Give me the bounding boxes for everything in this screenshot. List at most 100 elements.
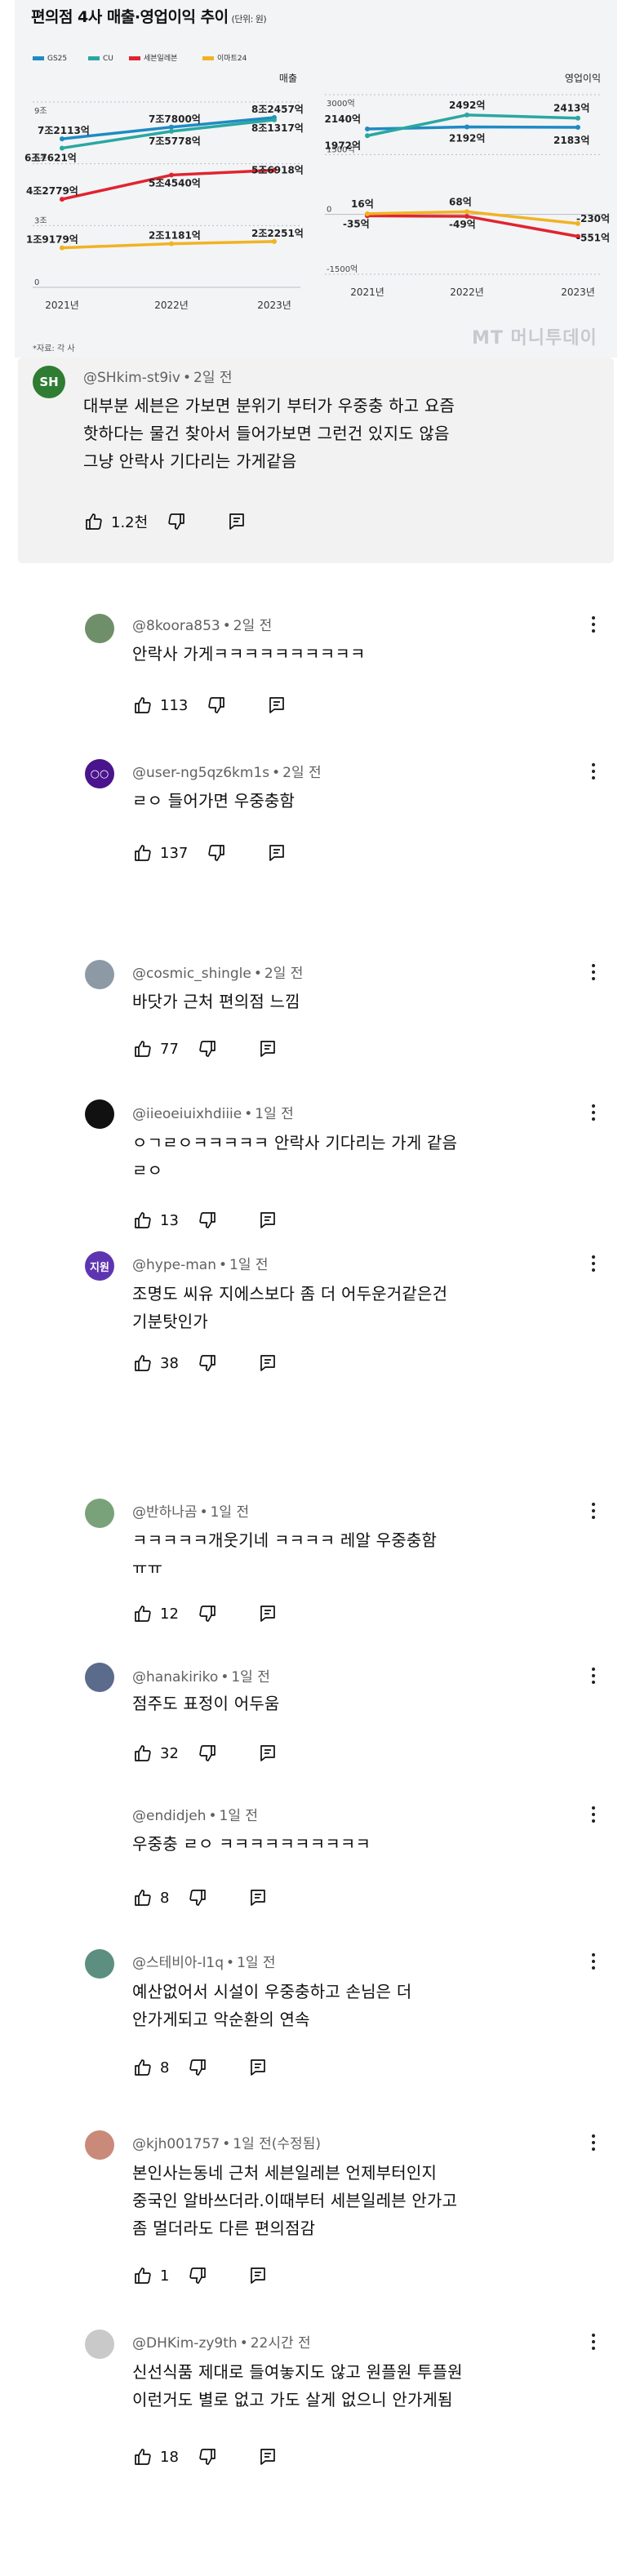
thumbs-up-icon[interactable] [132,1352,153,1374]
comment-text: 신선식품 제대로 들여놓지도 않고 원플원 투플원 이런거도 별로 없고 가도 … [132,2362,463,2409]
avatar[interactable] [85,2130,114,2160]
avatar[interactable]: 지원 [85,1251,114,1281]
thumbs-down-icon[interactable] [187,1887,208,1908]
thumbs-up-icon[interactable] [132,1603,153,1624]
comment-meta: @kjh001757 • 1일 전(수정됨) [132,2136,321,2152]
thumbs-down-icon[interactable] [197,1210,218,1231]
reply-icon[interactable] [257,1352,278,1374]
kebab-menu-icon[interactable] [589,1253,598,1274]
thumbs-down-icon[interactable] [197,1038,218,1059]
data-point [60,197,64,202]
kebab-menu-icon[interactable] [589,1804,598,1825]
reply-icon[interactable] [266,695,287,716]
kebab-menu-icon[interactable] [589,614,598,635]
thumbs-down-icon[interactable] [197,1743,218,1764]
comment-author[interactable]: @kjh001757 [132,2136,220,2152]
comment-author[interactable]: @8koora853 [132,618,220,634]
comment-meta: @iieoeiuixhdiiie • 1일 전 [132,1106,294,1122]
data-label: 8조2457억 [251,104,304,115]
comment-actions: 113 [132,693,287,717]
reply-icon[interactable] [257,1603,278,1624]
thumbs-up-icon[interactable] [132,1887,153,1908]
kebab-menu-icon[interactable] [589,2132,598,2153]
comment-author[interactable]: @iieoeiuixhdiiie [132,1106,242,1122]
comment-author[interactable]: @endidjeh [132,1808,207,1824]
thumbs-down-icon[interactable] [206,842,227,864]
reply-icon[interactable] [257,1743,278,1764]
data-point [575,115,580,121]
comment-actions: 38 [132,1351,278,1375]
thumbs-up-icon[interactable] [132,1210,153,1231]
data-label: -230억 [576,213,610,224]
reply-icon[interactable] [257,2446,278,2467]
comment-meta: @endidjeh • 1일 전 [132,1808,259,1824]
data-point [365,211,370,216]
comment-author[interactable]: @cosmic_shingle [132,966,251,982]
comment-author[interactable]: @SHkim-st9iv [83,370,180,386]
thumbs-down-icon[interactable] [166,511,187,532]
comment-author[interactable]: @반하나곰 [132,1504,198,1521]
comment-author[interactable]: @user-ng5qz6km1s [132,765,269,781]
comment-time: 2일 전 [233,618,273,634]
thumbs-down-icon[interactable] [197,2446,218,2467]
kebab-menu-icon[interactable] [589,1500,598,1521]
comment-author[interactable]: @hype-man [132,1257,216,1273]
legend-swatch [88,56,100,60]
thumbs-up-icon[interactable] [132,2057,153,2078]
thumbs-down-icon[interactable] [197,1352,218,1374]
reply-icon[interactable] [247,2057,269,2078]
kebab-menu-icon[interactable] [589,1951,598,1972]
thumbs-down-icon[interactable] [187,2057,208,2078]
data-label: 2183억 [553,135,589,146]
data-label: 16억 [351,198,374,210]
kebab-menu-icon[interactable] [589,761,598,782]
chart-source: *자료: 각 사 [33,344,75,353]
avatar[interactable] [85,1663,114,1692]
kebab-menu-icon[interactable] [589,962,598,983]
reply-icon[interactable] [266,842,287,864]
thumbs-down-icon[interactable] [187,2265,208,2286]
x-tick-label: 2021년 [45,300,79,311]
thumbs-up-icon[interactable] [132,842,153,864]
avatar[interactable] [85,1949,114,1979]
thumbs-down-icon[interactable] [206,695,227,716]
reply-icon[interactable] [226,511,247,532]
kebab-menu-icon[interactable] [589,1102,598,1123]
thumbs-up-icon[interactable] [132,1743,153,1764]
avatar[interactable] [85,1499,114,1528]
thumbs-up-icon[interactable] [83,511,104,532]
avatar[interactable] [85,2330,114,2359]
comment-author[interactable]: @스테비아-l1q [132,1955,224,1971]
like-count: 12 [160,1605,179,1623]
avatar[interactable] [85,960,114,989]
data-point [365,127,370,132]
comment-author[interactable]: @DHKim-zy9th [132,2335,238,2352]
data-point [464,112,469,118]
avatar[interactable]: SH [33,366,65,398]
thumbs-down-icon[interactable] [197,1603,218,1624]
data-label: -35억 [343,218,370,229]
kebab-menu-icon[interactable] [589,1665,598,1686]
chart-panel-title: 영업이익 [565,73,601,84]
comment-author[interactable]: @hanakiriko [132,1669,218,1686]
reply-icon[interactable] [257,1038,278,1059]
thumbs-up-icon[interactable] [132,1038,153,1059]
avatar[interactable] [85,1099,114,1129]
comment-meta: @스테비아-l1q • 1일 전 [132,1955,276,1971]
data-label: 7조7800억 [149,113,201,125]
kebab-menu-icon[interactable] [589,2331,598,2352]
comment-time: 2일 전 [264,966,304,982]
thumbs-up-icon[interactable] [132,695,153,716]
comment-actions: 8 [132,1885,269,1910]
thumbs-up-icon[interactable] [132,2446,153,2467]
reply-icon[interactable] [247,1887,269,1908]
avatar[interactable] [85,614,114,643]
like-count: 8 [160,1889,170,1907]
thumbs-up-icon[interactable] [132,2265,153,2286]
avatar[interactable]: ○○ [85,759,114,788]
reply-icon[interactable] [247,2265,269,2286]
reply-icon[interactable] [257,1210,278,1231]
comment-time: 1일 전 [219,1808,259,1824]
data-point [272,238,277,244]
data-label: 2192억 [449,133,485,144]
